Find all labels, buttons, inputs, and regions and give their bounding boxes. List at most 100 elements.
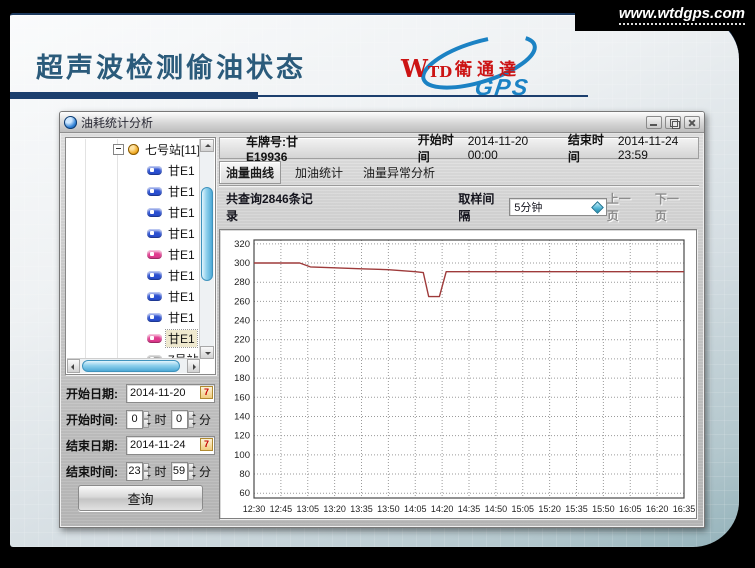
svg-text:240: 240 <box>234 316 250 327</box>
tree-item-vehicle[interactable]: 甘E1 <box>67 202 200 223</box>
vehicle-label: 甘E1 <box>166 288 197 305</box>
tree-item-vehicle[interactable]: 甘E1 <box>67 223 200 244</box>
scroll-left-icon[interactable] <box>67 359 80 373</box>
tree-item-vehicle[interactable]: 甘E1 <box>67 244 200 265</box>
svg-text:80: 80 <box>239 469 250 480</box>
tab-fuel-anomaly[interactable]: 油量异常分析 <box>357 162 441 183</box>
calendar-icon[interactable]: 7 <box>200 386 213 399</box>
end-hour-spin-icons[interactable] <box>143 463 149 480</box>
record-count: 共查询2846条记录 <box>226 190 320 224</box>
tree-item-vehicle[interactable]: 甘E1 <box>67 181 200 202</box>
end-time-label: 结束时间: <box>66 463 126 480</box>
scroll-up-icon[interactable] <box>200 139 214 152</box>
end-hour-stepper[interactable]: 23 <box>126 462 143 481</box>
end-minute-stepper[interactable]: 59 <box>171 462 188 481</box>
tree-item-vehicle[interactable]: 甘E1 <box>67 160 200 181</box>
svg-text:15:05: 15:05 <box>511 504 534 514</box>
vehicle-label: 甘E1 <box>166 267 197 284</box>
scroll-down-icon[interactable] <box>200 346 214 359</box>
svg-text:220: 220 <box>234 335 250 346</box>
app-icon <box>64 116 77 129</box>
start-date-label: 开始日期: <box>66 385 126 402</box>
close-button[interactable] <box>684 116 700 129</box>
window-titlebar[interactable]: 油耗统计分析 <box>60 112 704 133</box>
minute-unit-label: 分 <box>199 463 211 480</box>
result-header: 车牌号:甘E19936 开始时间 2014-11-20 00:00 结束时间 2… <box>219 137 699 159</box>
website-banner: www.wtdgps.com <box>575 0 755 31</box>
tree-item-vehicle[interactable]: 甘E1 <box>67 307 200 328</box>
tab-fuel-curve[interactable]: 油量曲线 <box>219 161 281 184</box>
restore-button[interactable] <box>665 116 681 129</box>
start-date-input[interactable]: 2014-11-20 7 <box>126 384 215 403</box>
start-hour-stepper[interactable]: 0 <box>126 410 143 429</box>
tree-horizontal-scrollbar[interactable] <box>67 358 200 373</box>
vehicle-icon <box>147 250 162 259</box>
svg-text:15:35: 15:35 <box>565 504 588 514</box>
end-minute-spin-icons[interactable] <box>188 463 194 480</box>
vehicle-icon <box>147 187 162 196</box>
next-page-link[interactable]: 下一页 <box>655 190 689 224</box>
vehicle-icon <box>147 229 162 238</box>
dropdown-arrow-icon <box>591 201 604 214</box>
svg-text:14:50: 14:50 <box>485 504 508 514</box>
svg-text:140: 140 <box>234 411 250 422</box>
query-button[interactable]: 查询 <box>78 485 203 511</box>
wtd-gps-logo: WWTDTD 衛通達 GPS <box>383 34 583 98</box>
tab-refuel-stats[interactable]: 加油统计 <box>289 162 349 183</box>
tree-item-vehicle[interactable]: 甘E1 <box>67 328 200 349</box>
svg-text:60: 60 <box>239 488 250 499</box>
title-underline-thin <box>258 95 588 97</box>
vehicle-label: 甘E1 <box>166 204 197 221</box>
svg-text:13:05: 13:05 <box>296 504 319 514</box>
end-date-label: 结束日期: <box>66 437 126 454</box>
svg-text:200: 200 <box>234 354 250 365</box>
end-date-input[interactable]: 2014-11-24 7 <box>126 436 215 455</box>
start-time-row: 开始时间: 0 时 0 分 <box>66 409 215 429</box>
svg-text:12:30: 12:30 <box>243 504 266 514</box>
vehicle-label: 甘E1 <box>166 225 197 242</box>
calendar-icon[interactable]: 7 <box>200 438 213 451</box>
svg-text:260: 260 <box>234 296 250 307</box>
vehicle-tree-rows: 七号站[11]甘E1甘E1甘E1甘E1甘E1甘E1甘E1甘E1甘E17号站甘E1 <box>67 139 200 359</box>
start-hour-spin-icons[interactable] <box>143 411 149 428</box>
prev-page-link[interactable]: 上一页 <box>607 190 641 224</box>
minute-unit-label: 分 <box>199 411 211 428</box>
screenshot-stage: www.wtdgps.com 超声波检测偷油状态 WWTDTD 衛通達 GPS … <box>0 0 755 568</box>
start-date-row: 开始日期: 2014-11-20 7 <box>66 383 215 403</box>
svg-text:320: 320 <box>234 239 250 250</box>
sample-interval-select[interactable]: 5分钟 <box>509 198 607 216</box>
horizontal-scroll-thumb[interactable] <box>82 360 180 372</box>
svg-text:15:20: 15:20 <box>538 504 561 514</box>
vertical-scroll-thumb[interactable] <box>201 187 213 281</box>
tree-node-station[interactable]: 七号站[11] <box>67 139 200 160</box>
hour-unit-label: 时 <box>154 411 166 428</box>
vehicle-label: 甘E1 <box>166 330 197 347</box>
scroll-right-icon[interactable] <box>187 359 200 373</box>
svg-text:13:35: 13:35 <box>350 504 373 514</box>
chart-panel: 3203002802602402202001801601401201008060… <box>219 229 697 519</box>
tree-grid-line <box>117 139 118 359</box>
chart-toolbar: 共查询2846条记录 取样间隔 5分钟 上一页 下一页 <box>219 195 699 219</box>
window-body: 七号站[11]甘E1甘E1甘E1甘E1甘E1甘E1甘E1甘E1甘E17号站甘E1… <box>60 133 704 527</box>
fuel-chart: 3203002802602402202001801601401201008060… <box>221 231 695 517</box>
tree-vertical-scrollbar[interactable] <box>199 139 214 359</box>
tree-item-vehicle[interactable]: 甘E1 <box>67 286 200 307</box>
header-end-value: 2014-11-24 23:59 <box>618 134 698 162</box>
minimize-button[interactable] <box>646 116 662 129</box>
svg-text:180: 180 <box>234 373 250 384</box>
start-minute-stepper[interactable]: 0 <box>171 410 188 429</box>
svg-text:13:20: 13:20 <box>323 504 346 514</box>
vehicle-label: 甘E1 <box>166 246 197 263</box>
tree-item-vehicle[interactable]: 甘E1 <box>67 265 200 286</box>
collapse-icon[interactable] <box>113 144 124 155</box>
divider <box>219 185 699 187</box>
svg-text:14:20: 14:20 <box>431 504 454 514</box>
vehicle-tree[interactable]: 七号站[11]甘E1甘E1甘E1甘E1甘E1甘E1甘E1甘E1甘E17号站甘E1 <box>65 137 216 375</box>
svg-text:16:05: 16:05 <box>619 504 642 514</box>
window-title: 油耗统计分析 <box>81 114 153 131</box>
website-url: www.wtdgps.com <box>619 6 745 25</box>
svg-text:160: 160 <box>234 392 250 403</box>
svg-text:300: 300 <box>234 258 250 269</box>
svg-text:14:05: 14:05 <box>404 504 427 514</box>
start-minute-spin-icons[interactable] <box>188 411 194 428</box>
